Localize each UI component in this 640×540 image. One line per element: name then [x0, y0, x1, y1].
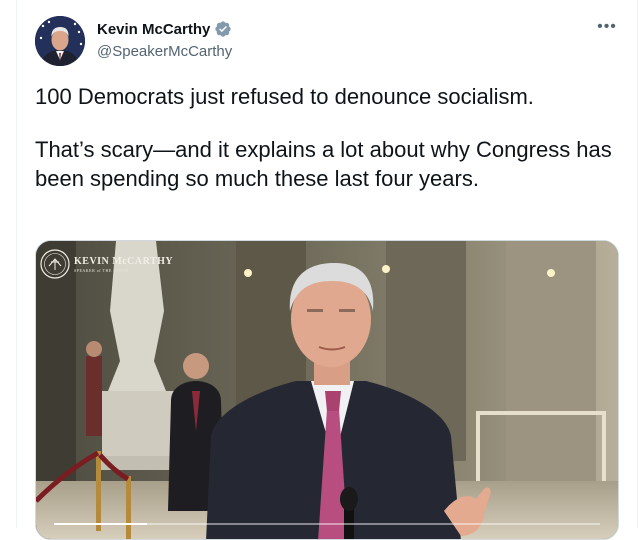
- seal-icon: [40, 249, 70, 279]
- video-player[interactable]: KEVIN McCARTHY SPEAKER of THE HOUSE: [35, 240, 619, 540]
- author-handle[interactable]: @SpeakerMcCarthy: [97, 43, 232, 60]
- tweet-text: 100 Democrats just refused to denounce s…: [35, 82, 630, 193]
- tweet-paragraph: 100 Democrats just refused to denounce s…: [35, 84, 534, 109]
- tweet-paragraph: That’s scary—and it explains a lot about…: [35, 137, 612, 191]
- video-watermark: KEVIN McCARTHY SPEAKER of THE HOUSE: [40, 249, 173, 279]
- author-display-name[interactable]: Kevin McCarthy: [97, 21, 210, 38]
- avatar[interactable]: [35, 16, 85, 66]
- video-progress-fill: [54, 523, 147, 525]
- watermark-subtitle: SPEAKER of THE HOUSE: [74, 267, 130, 273]
- more-options-icon[interactable]: •••: [595, 19, 619, 40]
- verified-badge-icon: [214, 20, 232, 38]
- video-progress-bar[interactable]: [54, 523, 600, 525]
- watermark-title: KEVIN McCARTHY: [74, 255, 174, 267]
- tweet-card[interactable]: Kevin McCarthy @SpeakerMcCarthy ••• 100 …: [16, 0, 638, 540]
- video-frame: [36, 241, 618, 539]
- avatar-image: [35, 16, 85, 66]
